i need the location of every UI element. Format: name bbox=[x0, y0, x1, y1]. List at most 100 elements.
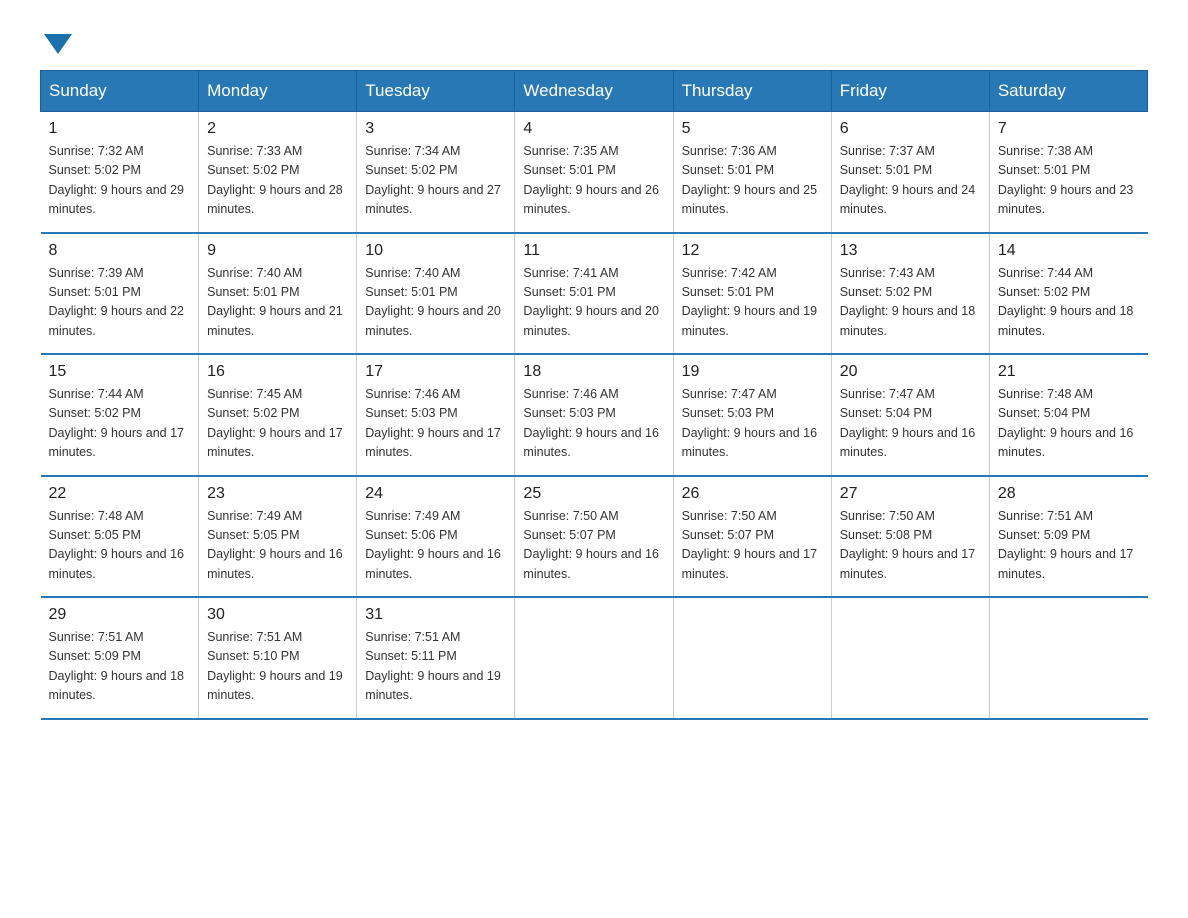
day-number: 25 bbox=[523, 485, 664, 503]
calendar-cell: 21 Sunrise: 7:48 AMSunset: 5:04 PMDayligh… bbox=[989, 354, 1147, 476]
calendar-cell bbox=[989, 597, 1147, 719]
calendar-cell: 22 Sunrise: 7:48 AMSunset: 5:05 PMDayligh… bbox=[41, 476, 199, 598]
day-info: Sunrise: 7:35 AMSunset: 5:01 PMDaylight:… bbox=[523, 144, 659, 216]
day-number: 2 bbox=[207, 120, 348, 138]
day-number: 8 bbox=[49, 242, 191, 260]
calendar-cell: 15 Sunrise: 7:44 AMSunset: 5:02 PMDayligh… bbox=[41, 354, 199, 476]
day-number: 13 bbox=[840, 242, 981, 260]
calendar-cell: 17Sunrise: 7:46 AMSunset: 5:03 PMDayligh… bbox=[357, 354, 515, 476]
day-info: Sunrise: 7:37 AMSunset: 5:01 PMDaylight:… bbox=[840, 144, 976, 216]
day-number: 27 bbox=[840, 485, 981, 503]
calendar-cell: 23 Sunrise: 7:49 AMSunset: 5:05 PMDayligh… bbox=[199, 476, 357, 598]
day-number: 26 bbox=[682, 485, 823, 503]
day-info: Sunrise: 7:49 AMSunset: 5:06 PMDaylight:… bbox=[365, 509, 501, 581]
calendar-cell: 8 Sunrise: 7:39 AMSunset: 5:01 PMDaylight… bbox=[41, 233, 199, 355]
day-info: Sunrise: 7:38 AMSunset: 5:01 PMDaylight:… bbox=[998, 144, 1134, 216]
calendar-week-row: 1 Sunrise: 7:32 AMSunset: 5:02 PMDaylight… bbox=[41, 112, 1148, 233]
day-number: 11 bbox=[523, 242, 664, 260]
calendar-cell: 28Sunrise: 7:51 AMSunset: 5:09 PMDayligh… bbox=[989, 476, 1147, 598]
header-monday: Monday bbox=[199, 71, 357, 112]
day-info: Sunrise: 7:44 AMSunset: 5:02 PMDaylight:… bbox=[998, 266, 1134, 338]
day-number: 9 bbox=[207, 242, 348, 260]
day-info: Sunrise: 7:46 AMSunset: 5:03 PMDaylight:… bbox=[523, 387, 659, 459]
day-number: 7 bbox=[998, 120, 1140, 138]
day-number: 30 bbox=[207, 606, 348, 624]
header-thursday: Thursday bbox=[673, 71, 831, 112]
calendar-cell: 9 Sunrise: 7:40 AMSunset: 5:01 PMDaylight… bbox=[199, 233, 357, 355]
day-info: Sunrise: 7:48 AMSunset: 5:05 PMDaylight:… bbox=[49, 509, 185, 581]
calendar-cell: 3Sunrise: 7:34 AMSunset: 5:02 PMDaylight… bbox=[357, 112, 515, 233]
calendar-cell: 12Sunrise: 7:42 AMSunset: 5:01 PMDayligh… bbox=[673, 233, 831, 355]
page-header bbox=[40, 30, 1148, 50]
day-info: Sunrise: 7:51 AMSunset: 5:11 PMDaylight:… bbox=[365, 630, 501, 702]
day-number: 15 bbox=[49, 363, 191, 381]
calendar-cell: 7 Sunrise: 7:38 AMSunset: 5:01 PMDaylight… bbox=[989, 112, 1147, 233]
header-wednesday: Wednesday bbox=[515, 71, 673, 112]
day-number: 28 bbox=[998, 485, 1140, 503]
day-number: 18 bbox=[523, 363, 664, 381]
calendar-cell: 13 Sunrise: 7:43 AMSunset: 5:02 PMDayligh… bbox=[831, 233, 989, 355]
day-number: 21 bbox=[998, 363, 1140, 381]
day-number: 24 bbox=[365, 485, 506, 503]
logo-triangle-icon bbox=[44, 34, 72, 54]
calendar-week-row: 8 Sunrise: 7:39 AMSunset: 5:01 PMDaylight… bbox=[41, 233, 1148, 355]
calendar-cell: 30 Sunrise: 7:51 AMSunset: 5:10 PMDayligh… bbox=[199, 597, 357, 719]
day-info: Sunrise: 7:43 AMSunset: 5:02 PMDaylight:… bbox=[840, 266, 976, 338]
calendar-cell: 26 Sunrise: 7:50 AMSunset: 5:07 PMDayligh… bbox=[673, 476, 831, 598]
calendar-cell: 31 Sunrise: 7:51 AMSunset: 5:11 PMDayligh… bbox=[357, 597, 515, 719]
calendar-cell: 5 Sunrise: 7:36 AMSunset: 5:01 PMDaylight… bbox=[673, 112, 831, 233]
calendar-cell: 1 Sunrise: 7:32 AMSunset: 5:02 PMDaylight… bbox=[41, 112, 199, 233]
day-number: 20 bbox=[840, 363, 981, 381]
day-number: 6 bbox=[840, 120, 981, 138]
day-number: 1 bbox=[49, 120, 191, 138]
day-number: 19 bbox=[682, 363, 823, 381]
calendar-header-row: SundayMondayTuesdayWednesdayThursdayFrid… bbox=[41, 71, 1148, 112]
day-number: 12 bbox=[682, 242, 823, 260]
day-number: 14 bbox=[998, 242, 1140, 260]
day-info: Sunrise: 7:47 AMSunset: 5:04 PMDaylight:… bbox=[840, 387, 976, 459]
day-info: Sunrise: 7:45 AMSunset: 5:02 PMDaylight:… bbox=[207, 387, 343, 459]
day-number: 17 bbox=[365, 363, 506, 381]
day-info: Sunrise: 7:50 AMSunset: 5:07 PMDaylight:… bbox=[682, 509, 818, 581]
calendar-cell: 25 Sunrise: 7:50 AMSunset: 5:07 PMDayligh… bbox=[515, 476, 673, 598]
calendar-table: SundayMondayTuesdayWednesdayThursdayFrid… bbox=[40, 70, 1148, 720]
day-info: Sunrise: 7:40 AMSunset: 5:01 PMDaylight:… bbox=[207, 266, 343, 338]
day-info: Sunrise: 7:49 AMSunset: 5:05 PMDaylight:… bbox=[207, 509, 343, 581]
calendar-cell: 2Sunrise: 7:33 AMSunset: 5:02 PMDaylight… bbox=[199, 112, 357, 233]
calendar-week-row: 15 Sunrise: 7:44 AMSunset: 5:02 PMDayligh… bbox=[41, 354, 1148, 476]
calendar-cell: 24 Sunrise: 7:49 AMSunset: 5:06 PMDayligh… bbox=[357, 476, 515, 598]
day-number: 5 bbox=[682, 120, 823, 138]
day-number: 10 bbox=[365, 242, 506, 260]
day-number: 16 bbox=[207, 363, 348, 381]
calendar-cell: 19 Sunrise: 7:47 AMSunset: 5:03 PMDayligh… bbox=[673, 354, 831, 476]
day-info: Sunrise: 7:39 AMSunset: 5:01 PMDaylight:… bbox=[49, 266, 185, 338]
day-info: Sunrise: 7:51 AMSunset: 5:09 PMDaylight:… bbox=[49, 630, 185, 702]
day-info: Sunrise: 7:48 AMSunset: 5:04 PMDaylight:… bbox=[998, 387, 1134, 459]
logo bbox=[40, 30, 72, 50]
day-info: Sunrise: 7:47 AMSunset: 5:03 PMDaylight:… bbox=[682, 387, 818, 459]
day-number: 23 bbox=[207, 485, 348, 503]
header-tuesday: Tuesday bbox=[357, 71, 515, 112]
calendar-cell bbox=[515, 597, 673, 719]
calendar-cell: 6 Sunrise: 7:37 AMSunset: 5:01 PMDaylight… bbox=[831, 112, 989, 233]
day-info: Sunrise: 7:40 AMSunset: 5:01 PMDaylight:… bbox=[365, 266, 501, 338]
day-info: Sunrise: 7:51 AMSunset: 5:10 PMDaylight:… bbox=[207, 630, 343, 702]
day-info: Sunrise: 7:41 AMSunset: 5:01 PMDaylight:… bbox=[523, 266, 659, 338]
calendar-cell: 16 Sunrise: 7:45 AMSunset: 5:02 PMDayligh… bbox=[199, 354, 357, 476]
calendar-cell: 29 Sunrise: 7:51 AMSunset: 5:09 PMDayligh… bbox=[41, 597, 199, 719]
calendar-cell: 14 Sunrise: 7:44 AMSunset: 5:02 PMDayligh… bbox=[989, 233, 1147, 355]
day-info: Sunrise: 7:36 AMSunset: 5:01 PMDaylight:… bbox=[682, 144, 818, 216]
day-info: Sunrise: 7:50 AMSunset: 5:07 PMDaylight:… bbox=[523, 509, 659, 581]
day-number: 29 bbox=[49, 606, 191, 624]
calendar-cell bbox=[673, 597, 831, 719]
calendar-cell: 4Sunrise: 7:35 AMSunset: 5:01 PMDaylight… bbox=[515, 112, 673, 233]
day-number: 31 bbox=[365, 606, 506, 624]
day-info: Sunrise: 7:32 AMSunset: 5:02 PMDaylight:… bbox=[49, 144, 185, 216]
header-sunday: Sunday bbox=[41, 71, 199, 112]
calendar-cell: 27 Sunrise: 7:50 AMSunset: 5:08 PMDayligh… bbox=[831, 476, 989, 598]
calendar-week-row: 29 Sunrise: 7:51 AMSunset: 5:09 PMDayligh… bbox=[41, 597, 1148, 719]
day-info: Sunrise: 7:44 AMSunset: 5:02 PMDaylight:… bbox=[49, 387, 185, 459]
header-saturday: Saturday bbox=[989, 71, 1147, 112]
day-number: 22 bbox=[49, 485, 191, 503]
day-info: Sunrise: 7:50 AMSunset: 5:08 PMDaylight:… bbox=[840, 509, 976, 581]
